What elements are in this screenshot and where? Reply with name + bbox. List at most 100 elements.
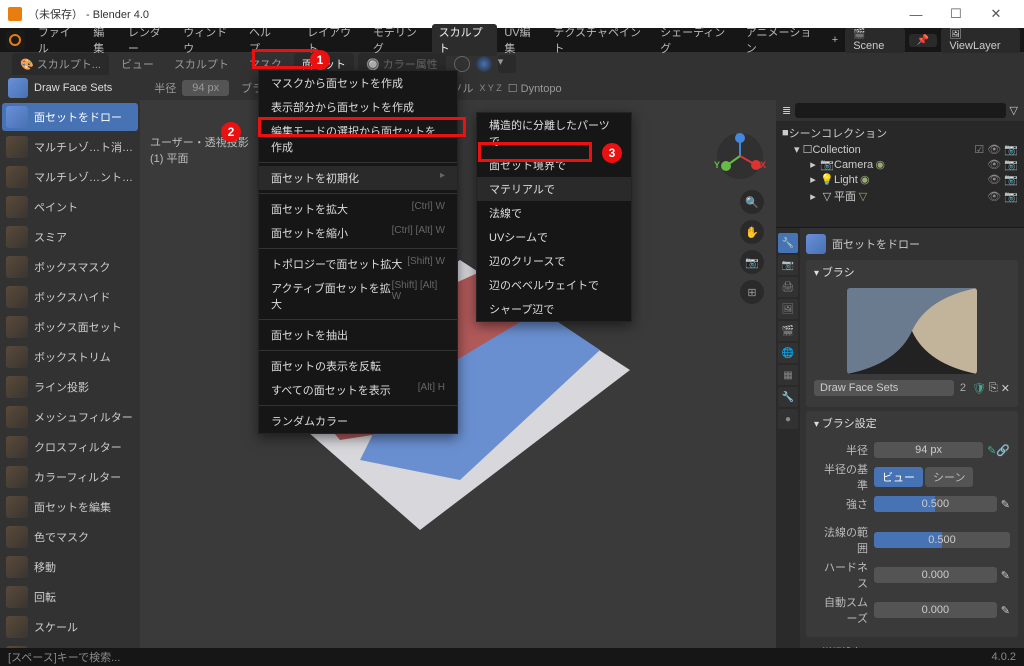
header-dyntopo[interactable]: ☐ Dyntopo	[508, 82, 562, 95]
pin-scene-icon[interactable]: 📌	[909, 34, 937, 47]
brush-fake-user-icon[interactable]: 🛡	[972, 382, 986, 395]
blender-icon[interactable]	[6, 30, 25, 50]
orientation-gizmo[interactable]: Z Y X	[714, 130, 766, 182]
menu-item-topo[interactable]: トポロジーで面セット拡大[Shift] W	[259, 252, 457, 276]
menu-item[interactable]: 編集モードの選択から面セットを作成	[259, 119, 457, 159]
outliner-scene-collection[interactable]: ■ シーンコレクション	[782, 124, 1018, 142]
pan-icon[interactable]: ✋	[740, 220, 764, 244]
header-sculpt-menu[interactable]: スカルプト	[166, 53, 237, 75]
tool-13[interactable]: 面セットを編集	[2, 493, 138, 521]
link-icon[interactable]: 🔗	[996, 444, 1010, 457]
outliner-item-2[interactable]: ▸▽ 平面 ▽👁 📷	[782, 187, 1018, 205]
submenu-item-5[interactable]: 辺のクリースで	[477, 249, 631, 273]
tool-17[interactable]: スケール	[2, 613, 138, 641]
prop-tab-material[interactable]: ●	[778, 409, 798, 429]
menu-file[interactable]: ファイル	[31, 24, 86, 56]
workspace-uv[interactable]: UV編集	[497, 24, 546, 56]
prop-normal[interactable]: 0.500	[874, 532, 1010, 548]
tool-3[interactable]: ペイント	[2, 193, 138, 221]
brush-preview[interactable]	[847, 288, 977, 374]
tool-1[interactable]: マルチレゾ…ト消しゴム	[2, 133, 138, 161]
submenu-item-6[interactable]: 辺のベベルウェイトで	[477, 273, 631, 297]
brush-new-icon[interactable]: ⎘	[986, 382, 1001, 395]
outliner-type-icon[interactable]: ≣	[782, 104, 791, 117]
tool-4[interactable]: スミア	[2, 223, 138, 251]
prop-tab-object[interactable]: ▦	[778, 365, 798, 385]
persp-icon[interactable]: ⊞	[740, 280, 764, 304]
tool-11[interactable]: クロスフィルター	[2, 433, 138, 461]
tool-9[interactable]: ライン投影	[2, 373, 138, 401]
menu-item-showall[interactable]: すべての面セットを表示[Alt] H	[259, 378, 457, 402]
menu-item[interactable]: マスクから面セットを作成	[259, 71, 457, 95]
prop-strength[interactable]: 0.500	[874, 496, 997, 512]
brush-name-field[interactable]: Draw Face Sets	[814, 380, 954, 396]
menu-item[interactable]: 表示部分から面セットを作成	[259, 95, 457, 119]
workspace-add[interactable]: +	[825, 34, 845, 46]
outliner-collection[interactable]: ▾ ☐ Collection☑ 👁 📷	[782, 142, 1018, 157]
panel-詳細設定[interactable]: ▸ 詳細設定	[806, 641, 1018, 648]
tool-7[interactable]: ボックス面セット	[2, 313, 138, 341]
menu-item-random[interactable]: ランダムカラー	[259, 409, 457, 433]
header-view-menu[interactable]: ビュー	[113, 53, 162, 75]
prop-hardness[interactable]: 0.000	[874, 567, 997, 583]
prop-tab-viewlayer[interactable]: 🖼	[778, 299, 798, 319]
menu-item-extrude[interactable]: 面セットを抽出	[259, 323, 457, 347]
menu-item-init[interactable]: 面セットを初期化▸	[259, 166, 457, 190]
viewport-3d[interactable]: ユーザー・透視投影 (1) 平面 Z Y X 🔍 ✋ 📷 ⊞	[140, 100, 776, 648]
prop-tab-modifier[interactable]: 🔧	[778, 387, 798, 407]
tool-0[interactable]: 面セットをドロー	[2, 103, 138, 131]
outliner-filter-icon[interactable]: ▽	[1010, 104, 1018, 117]
workspace-shading[interactable]: シェーディング	[653, 24, 739, 56]
scene-selector[interactable]: 🎬 Scene	[845, 28, 905, 53]
workspace-layout[interactable]: レイアウト	[300, 24, 366, 56]
tool-5[interactable]: ボックスマスク	[2, 253, 138, 281]
menu-render[interactable]: レンダー	[121, 24, 176, 56]
menu-edit[interactable]: 編集	[86, 24, 121, 56]
tool-12[interactable]: カラーフィルター	[2, 463, 138, 491]
outliner[interactable]: ≣ ▽ ■ シーンコレクション ▾ ☐ Collection☑ 👁 📷 ▸📷 C…	[776, 100, 1024, 228]
pen-pressure-icon-3[interactable]: ✎	[997, 569, 1010, 582]
outliner-item-1[interactable]: ▸💡 Light ◉👁 📷	[782, 172, 1018, 187]
tool-16[interactable]: 回転	[2, 583, 138, 611]
submenu-item-2[interactable]: マテリアルで	[477, 177, 631, 201]
submenu-item-3[interactable]: 法線で	[477, 201, 631, 225]
prop-tab-tool[interactable]: 🔧	[778, 233, 798, 253]
zoom-icon[interactable]: 🔍	[740, 190, 764, 214]
prop-tab-world[interactable]: 🌐	[778, 343, 798, 363]
minimize-button[interactable]: —	[896, 7, 936, 22]
pen-pressure-icon-2[interactable]: ✎	[997, 498, 1010, 511]
radius-slider[interactable]: 94 px	[182, 80, 229, 96]
menu-item-grow[interactable]: 面セットを拡大[Ctrl] W	[259, 197, 457, 221]
prop-autosmooth[interactable]: 0.000	[874, 602, 997, 618]
outliner-item-0[interactable]: ▸📷 Camera ◉👁 📷	[782, 157, 1018, 172]
outliner-search[interactable]	[795, 103, 1005, 118]
tool-8[interactable]: ボックストリム	[2, 343, 138, 371]
menu-item-shrink[interactable]: 面セットを縮小[Ctrl] [Alt] W	[259, 221, 457, 245]
menu-help[interactable]: ヘルプ	[242, 24, 287, 56]
shading-dropdown-icon[interactable]: ▾	[498, 55, 516, 73]
brush-panel-header[interactable]: ▾ ブラシ	[806, 260, 1018, 284]
tool-15[interactable]: 移動	[2, 553, 138, 581]
maximize-button[interactable]: ☐	[936, 6, 976, 22]
menu-window[interactable]: ウィンドウ	[176, 24, 242, 56]
tool-2[interactable]: マルチレゾ…ントスミア	[2, 163, 138, 191]
workspace-animation[interactable]: アニメーション	[739, 24, 825, 56]
prop-tab-output[interactable]: 🖨	[778, 277, 798, 297]
brush-unlink-icon[interactable]: ✕	[1001, 382, 1010, 395]
tool-10[interactable]: メッシュフィルター	[2, 403, 138, 431]
camera-icon[interactable]: 📷	[740, 250, 764, 274]
menu-item-active[interactable]: アクティブ面セットを拡大[Shift] [Alt] W	[259, 276, 457, 316]
workspace-texpaint[interactable]: テクスチャペイント	[546, 24, 653, 56]
basis-scene-button[interactable]: シーン	[925, 467, 973, 487]
workspace-modeling[interactable]: モデリング	[366, 24, 432, 56]
viewlayer-selector[interactable]: 🖼 ViewLayer	[941, 28, 1020, 53]
submenu-item-4[interactable]: UVシームで	[477, 225, 631, 249]
prop-tab-render[interactable]: 📷	[778, 255, 798, 275]
prop-radius[interactable]: 94 px	[874, 442, 983, 458]
tool-18[interactable]: トランスフォーム	[2, 643, 138, 648]
workspace-sculpt[interactable]: スカルプト	[432, 24, 498, 56]
close-button[interactable]: ✕	[976, 6, 1016, 22]
basis-view-button[interactable]: ビュー	[874, 467, 923, 487]
tool-6[interactable]: ボックスハイド	[2, 283, 138, 311]
pen-pressure-icon[interactable]: ✎	[983, 444, 996, 457]
